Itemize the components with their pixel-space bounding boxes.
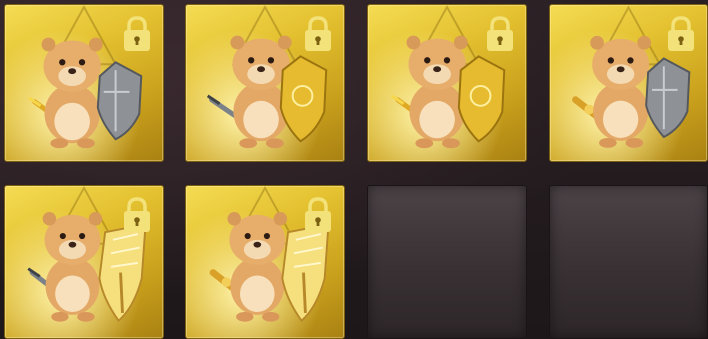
skin-slot-7-empty[interactable] <box>367 185 527 339</box>
lock-icon <box>305 16 331 51</box>
skin-slot-6[interactable] <box>185 185 345 339</box>
lock-icon <box>305 197 331 232</box>
iron-shield-icon <box>96 61 143 141</box>
gold-shield-icon <box>279 55 328 143</box>
gold-shield-icon <box>457 55 506 143</box>
skin-slot-2[interactable] <box>185 4 345 162</box>
skin-slot-8-empty[interactable] <box>549 185 708 339</box>
skin-slot-4[interactable] <box>549 4 708 162</box>
lock-icon <box>124 197 150 232</box>
lock-icon <box>487 16 513 51</box>
winged-shield-icon <box>281 223 330 323</box>
skin-slot-3[interactable] <box>367 4 527 162</box>
lock-icon <box>124 16 150 51</box>
skin-slot-5[interactable] <box>4 185 164 339</box>
skin-slot-1[interactable] <box>4 4 164 162</box>
winged-shield-icon <box>98 223 147 323</box>
lock-icon <box>668 16 694 51</box>
iron-shield-icon <box>645 57 691 139</box>
skin-inventory-grid <box>0 0 708 339</box>
